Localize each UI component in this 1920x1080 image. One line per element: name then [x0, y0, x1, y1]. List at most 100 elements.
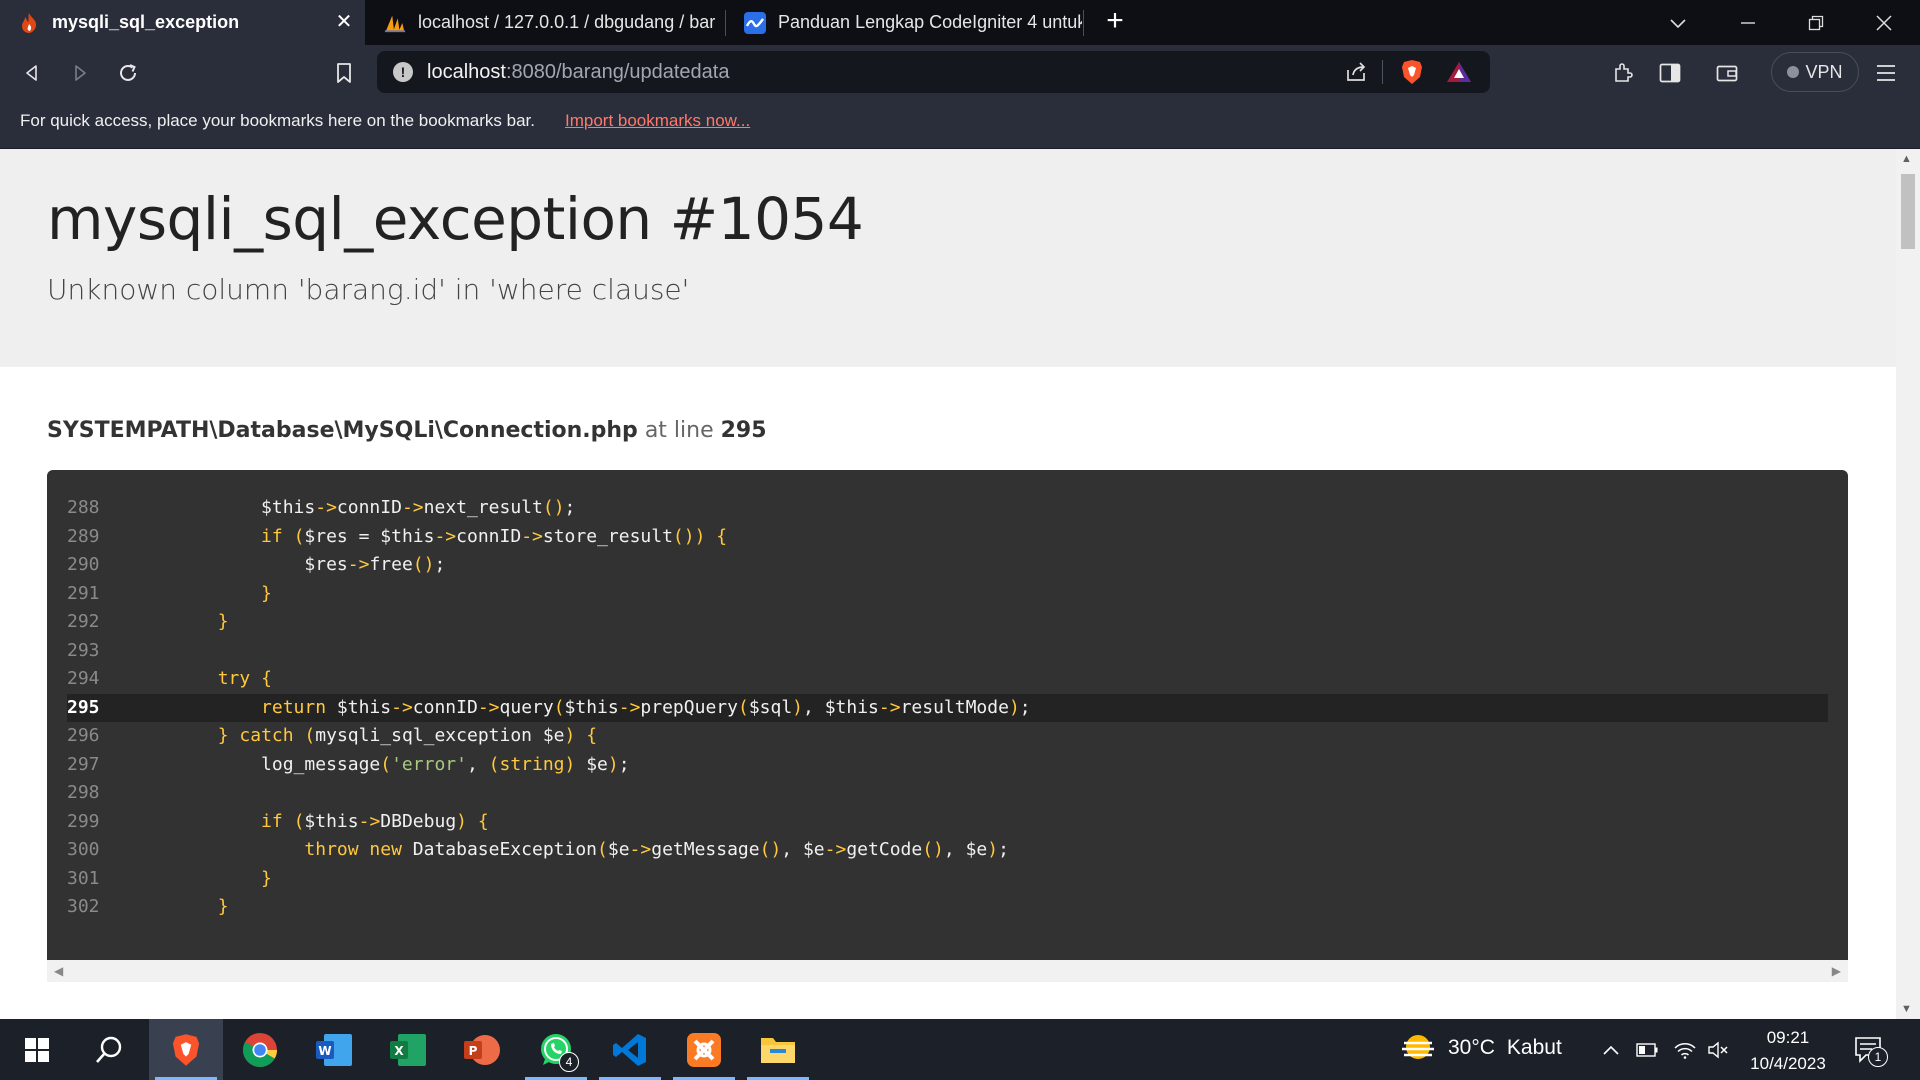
weather-temperature: 30°C [1448, 1036, 1495, 1059]
code-line: 296 } catch (mysqli_sql_exception $e) { [67, 722, 1828, 750]
code-text: } [261, 867, 272, 889]
line-number-gutter: 299 [67, 810, 100, 832]
wifi-icon[interactable] [1668, 1019, 1702, 1080]
tab-search-chevron-icon[interactable] [1646, 0, 1710, 45]
urlbar-divider [1382, 60, 1383, 84]
forward-button[interactable] [62, 55, 98, 91]
code-line: 292 } [67, 608, 1828, 636]
taskbar-vscode[interactable] [593, 1019, 667, 1080]
taskbar-word[interactable]: W [297, 1019, 371, 1080]
show-hidden-icons-chevron-icon[interactable] [1596, 1019, 1626, 1080]
whatsapp-unread-badge: 4 [559, 1052, 579, 1072]
code-text: } [261, 582, 272, 604]
code-line: 298 [67, 779, 1828, 807]
weather-widget[interactable]: 30°C Kabut [1400, 1033, 1562, 1063]
scroll-down-arrow-icon[interactable]: ▼ [1901, 1003, 1912, 1015]
system-clock[interactable]: 09:21 10/4/2023 [1738, 1025, 1838, 1077]
extensions-icon[interactable] [1605, 55, 1641, 91]
page-content: mysqli_sql_exception #1054 Unknown colum… [0, 149, 1896, 1019]
bookmarks-bar-message: For quick access, place your bookmarks h… [20, 111, 535, 130]
reload-button[interactable] [110, 55, 146, 91]
phpmyadmin-sail-icon [384, 12, 406, 34]
clock-time: 09:21 [1766, 1028, 1810, 1047]
code-text: return $this->connID->query($this->prepQ… [261, 696, 1031, 718]
code-line: 299 if ($this->DBDebug) { [67, 808, 1828, 836]
close-tab-icon[interactable]: ✕ [333, 11, 355, 33]
code-text: log_message('error', (string) $e); [131, 753, 630, 775]
code-line: 302 } [67, 893, 1828, 921]
tab-bar: mysqli_sql_exception ✕ localhost / 127.0… [0, 0, 1920, 45]
svg-text:X: X [394, 1044, 404, 1058]
page-vertical-scrollbar[interactable]: ▲ ▼ [1896, 149, 1920, 1019]
tab-mysqli-exception[interactable]: mysqli_sql_exception ✕ [0, 0, 365, 45]
bookmark-icon[interactable] [326, 55, 362, 91]
scroll-left-arrow-icon[interactable]: ◀ [54, 964, 63, 978]
tab-phpmyadmin[interactable]: localhost / 127.0.0.1 / dbgudang / bar [366, 0, 722, 45]
back-button[interactable] [14, 55, 50, 91]
line-number-gutter: 294 [67, 668, 100, 689]
code-line: 289 if ($res = $this->connID->store_resu… [67, 523, 1828, 551]
brave-rewards-icon[interactable] [1441, 54, 1477, 90]
code-text: $res->free(); [131, 554, 446, 575]
vpn-button[interactable]: VPN [1771, 52, 1859, 92]
battery-icon[interactable] [1630, 1019, 1664, 1080]
wallet-icon[interactable] [1709, 55, 1745, 91]
taskbar-chrome[interactable] [223, 1019, 297, 1080]
taskbar-powerpoint[interactable]: P [445, 1019, 519, 1080]
line-number-gutter: 291 [67, 582, 100, 604]
at-line-label: at line [644, 418, 714, 443]
bookmarks-bar: For quick access, place your bookmarks h… [0, 100, 1920, 149]
code-text: $this->connID->next_result(); [131, 497, 576, 518]
taskbar-whatsapp[interactable]: 4 [519, 1019, 593, 1080]
code-line: 294 try { [67, 665, 1828, 693]
scroll-up-arrow-icon[interactable]: ▲ [1901, 153, 1912, 165]
svg-text:W: W [318, 1044, 331, 1058]
line-number-gutter: 289 [67, 525, 100, 547]
line-number-gutter: 296 [67, 725, 100, 746]
file-path: SYSTEMPATH\Database\MySQLi\Connection.ph… [47, 418, 638, 443]
new-tab-button[interactable]: + [1099, 6, 1131, 38]
svg-text:P: P [469, 1044, 478, 1058]
code-text: if ($res = $this->connID->store_result()… [261, 525, 728, 547]
url-host: localhost [427, 61, 506, 83]
site-info-icon[interactable]: ! [393, 62, 413, 82]
brave-shields-icon[interactable] [1394, 54, 1430, 90]
main-menu-icon[interactable] [1868, 55, 1904, 91]
code-line: 291 } [67, 580, 1828, 608]
notification-center-icon[interactable]: 1 [1852, 1033, 1888, 1067]
code-line: 293 [67, 637, 1828, 665]
scroll-right-arrow-icon[interactable]: ▶ [1832, 964, 1841, 978]
notification-count-badge: 1 [1868, 1047, 1888, 1067]
error-header: mysqli_sql_exception #1054 Unknown colum… [0, 149, 1896, 367]
code-text: } [217, 611, 229, 632]
taskbar-brave-browser[interactable] [149, 1019, 223, 1080]
source-code-block: 288 $this->connID->next_result(); 289 if … [47, 470, 1848, 960]
taskbar-file-explorer[interactable] [741, 1019, 815, 1080]
line-number-gutter: 292 [67, 611, 100, 632]
taskbar-xampp[interactable] [667, 1019, 741, 1080]
line-number-gutter: 297 [67, 753, 100, 775]
line-number-gutter: 288 [67, 497, 100, 518]
volume-muted-icon[interactable] [1702, 1019, 1736, 1080]
address-bar[interactable]: ! localhost:8080/barang/updatedata [377, 51, 1490, 93]
close-window-button[interactable] [1852, 0, 1916, 45]
search-icon[interactable] [72, 1019, 146, 1080]
line-number-gutter: 293 [67, 639, 100, 661]
code-horizontal-scrollbar[interactable]: ◀ ▶ [47, 960, 1848, 982]
url-text: localhost:8080/barang/updatedata [427, 61, 729, 84]
code-text: } [217, 896, 229, 917]
restore-window-button[interactable] [1784, 0, 1848, 45]
minimize-window-button[interactable] [1716, 0, 1780, 45]
vpn-label: VPN [1805, 61, 1843, 82]
tab-codeigniter-guide[interactable]: Panduan Lengkap CodeIgniter 4 untuk [726, 0, 1082, 45]
start-button[interactable] [0, 1019, 74, 1080]
weather-haze-icon [1402, 1035, 1434, 1059]
sidebar-toggle-icon[interactable] [1652, 55, 1688, 91]
taskbar-excel[interactable]: X [371, 1019, 445, 1080]
import-bookmarks-link[interactable]: Import bookmarks now... [565, 111, 750, 131]
line-number-gutter: 300 [67, 839, 100, 860]
vpn-status-icon [1787, 66, 1800, 78]
share-icon[interactable] [1338, 54, 1374, 90]
scrollbar-thumb[interactable] [1901, 174, 1915, 249]
line-number-gutter: 301 [67, 867, 100, 889]
